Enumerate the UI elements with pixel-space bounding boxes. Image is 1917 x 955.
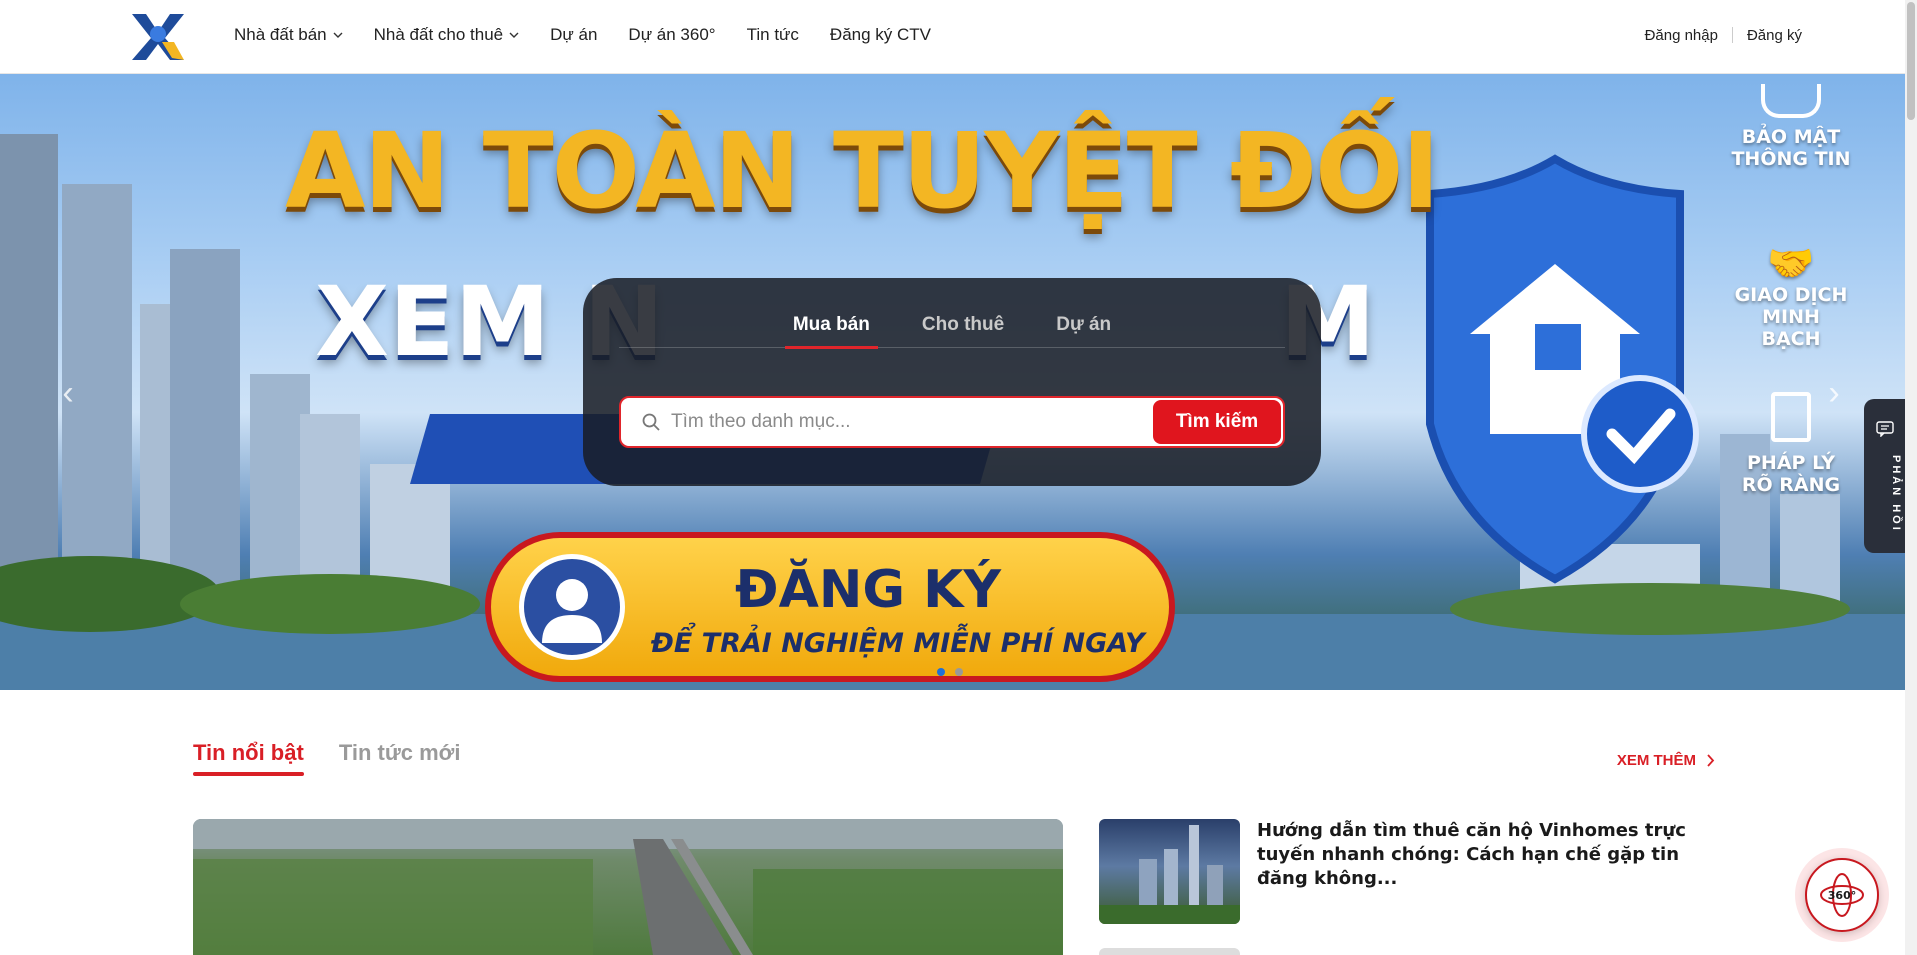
scrollbar[interactable] <box>1905 0 1917 955</box>
search-tab-buy[interactable]: Mua bán <box>784 314 878 349</box>
search-tabs: Mua bán Cho thuê Dự án <box>619 314 1285 349</box>
nav-item-news[interactable]: Tin tức <box>747 25 799 45</box>
site-header: Nhà đất bán Nhà đất cho thuê Dự án Dự án… <box>0 0 1905 74</box>
news-list-item[interactable]: Hướng dẫn tìm thuê căn hộ Vinhomes trực … <box>1099 819 1709 924</box>
chevron-down-icon <box>333 32 343 38</box>
search-tab-projects[interactable]: Dự án <box>1056 314 1111 348</box>
featured-news-image[interactable] <box>193 819 1063 955</box>
hero-feature-transparency: 🤝 GIAO DỊCH MINH BẠCH <box>1731 242 1851 350</box>
scrollbar-thumb[interactable] <box>1907 2 1915 120</box>
carousel-prev-arrow[interactable]: ‹ <box>56 374 80 414</box>
feedback-tab[interactable]: PHẢN HỒI <box>1864 399 1905 553</box>
user-avatar-icon <box>519 554 625 660</box>
nav-label: Tin tức <box>746 25 799 44</box>
tab-featured-news[interactable]: Tin nổi bật <box>193 740 304 776</box>
carousel-dot[interactable] <box>937 668 945 676</box>
chevron-down-icon <box>509 32 519 38</box>
news-tabs: Tin nổi bật Tin tức mới <box>193 740 495 776</box>
auth-links: Đăng nhập Đăng ký <box>1645 0 1802 70</box>
nav-label: Nhà đất cho thuê <box>373 25 504 44</box>
see-more-link[interactable]: XEM THÊM <box>1617 752 1715 769</box>
aerial-highway-image <box>193 819 1063 955</box>
nav-item-projects[interactable]: Dự án <box>550 25 597 45</box>
search-button[interactable]: Tìm kiếm <box>1153 400 1281 444</box>
document-check-icon <box>1771 392 1811 442</box>
nav-item-ctv-register[interactable]: Đăng ký CTV <box>830 25 931 45</box>
cta-subtitle: ĐỂ TRẢI NGHIỆM MIỄN PHÍ NGAY <box>651 628 1145 659</box>
see-more-label: XEM THÊM <box>1616 752 1696 769</box>
360-icon: 360° <box>1820 873 1864 917</box>
nav-item-rent[interactable]: Nhà đất cho thuê <box>374 25 519 45</box>
nav-item-projects-360[interactable]: Dự án 360° <box>628 25 715 45</box>
handshake-icon: 🤝 <box>1767 241 1815 285</box>
hero-register-cta[interactable]: ĐĂNG KÝ ĐỂ TRẢI NGHIỆM MIỄN PHÍ NGAY <box>485 532 1175 682</box>
nav-label: Nhà đất bán <box>234 25 327 44</box>
chevron-right-icon <box>1707 754 1715 767</box>
chat-icon <box>1876 421 1894 437</box>
nav-label: Dự án <box>550 25 598 44</box>
carousel-dot[interactable] <box>955 668 963 676</box>
feedback-label: PHẢN HỒI <box>1890 455 1902 533</box>
carousel-dots <box>937 668 973 676</box>
register-link[interactable]: Đăng ký <box>1747 27 1802 44</box>
search-icon <box>642 413 660 431</box>
search-tab-rent[interactable]: Cho thuê <box>922 314 1004 348</box>
divider <box>1731 27 1733 43</box>
nav-item-sale[interactable]: Nhà đất bán <box>234 25 343 45</box>
search-panel: Mua bán Cho thuê Dự án Tìm kiếm <box>583 278 1321 486</box>
search-input[interactable] <box>671 406 1111 438</box>
tab-latest-news[interactable]: Tin tức mới <box>339 740 461 776</box>
news-title[interactable]: Hướng dẫn tìm thuê căn hộ Vinhomes trực … <box>1257 819 1707 891</box>
login-link[interactable]: Đăng nhập <box>1645 27 1718 44</box>
search-bar: Tìm kiếm <box>619 396 1285 448</box>
fab-label: 360° <box>1828 889 1856 902</box>
cta-title: ĐĂNG KÝ <box>735 560 1002 620</box>
hero-feature-security: BẢO MẬT THÔNG TIN <box>1731 84 1851 170</box>
nav-label: Dự án 360° <box>628 25 716 44</box>
main-nav: Nhà đất bán Nhà đất cho thuê Dự án Dự án… <box>234 0 962 70</box>
lock-icon <box>1761 84 1821 118</box>
hero-headline: AN TOÀN TUYỆT ĐỐI <box>285 110 1440 232</box>
news-list-item[interactable] <box>1099 948 1240 955</box>
tour-360-button[interactable]: 360° <box>1805 858 1879 932</box>
nav-label: Đăng ký CTV <box>829 25 932 44</box>
news-thumbnail <box>1099 819 1240 924</box>
site-logo[interactable] <box>128 12 188 62</box>
carousel-next-arrow[interactable]: › <box>1822 374 1846 414</box>
